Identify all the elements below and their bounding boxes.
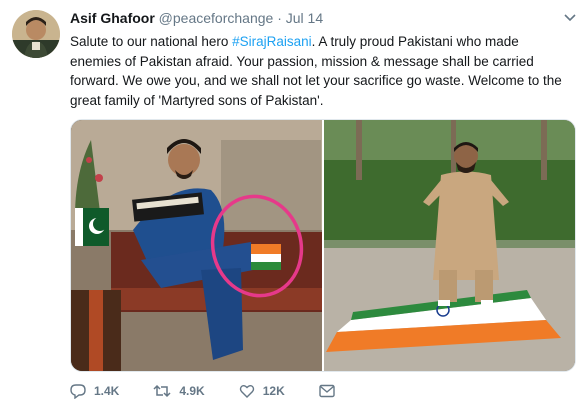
- message-icon: [319, 384, 335, 398]
- action-bar: 1.4K 4.9K 12K: [70, 383, 377, 399]
- tweet-text-start: Salute to our national hero: [70, 34, 233, 49]
- tweet-media[interactable]: [70, 119, 576, 372]
- separator: ·: [277, 10, 282, 26]
- retweet-icon: [153, 384, 171, 398]
- photo-left[interactable]: [71, 120, 322, 371]
- message-button[interactable]: [319, 384, 343, 398]
- like-count: 12K: [262, 384, 285, 398]
- like-button[interactable]: 12K: [239, 383, 285, 399]
- reply-button[interactable]: 1.4K: [70, 383, 119, 399]
- hashtag-link[interactable]: #SirajRaisani: [232, 34, 312, 49]
- retweet-count: 4.9K: [179, 384, 205, 398]
- retweet-button[interactable]: 4.9K: [153, 383, 205, 399]
- like-icon: [239, 385, 254, 398]
- chevron-down-icon[interactable]: [563, 10, 577, 24]
- tweet[interactable]: Asif Ghafoor @peaceforchange · Jul 14 Sa…: [0, 0, 585, 409]
- author-handle[interactable]: @peaceforchange: [159, 10, 274, 26]
- photo-right[interactable]: [324, 120, 575, 371]
- reply-count: 1.4K: [94, 384, 120, 398]
- tweet-date[interactable]: Jul 14: [286, 10, 323, 26]
- avatar[interactable]: [12, 10, 60, 58]
- tweet-text: Salute to our national hero #SirajRaisan…: [70, 32, 570, 110]
- author-name[interactable]: Asif Ghafoor: [70, 10, 155, 26]
- tweet-header: Asif Ghafoor @peaceforchange · Jul 14: [70, 10, 323, 26]
- reply-icon: [70, 384, 86, 399]
